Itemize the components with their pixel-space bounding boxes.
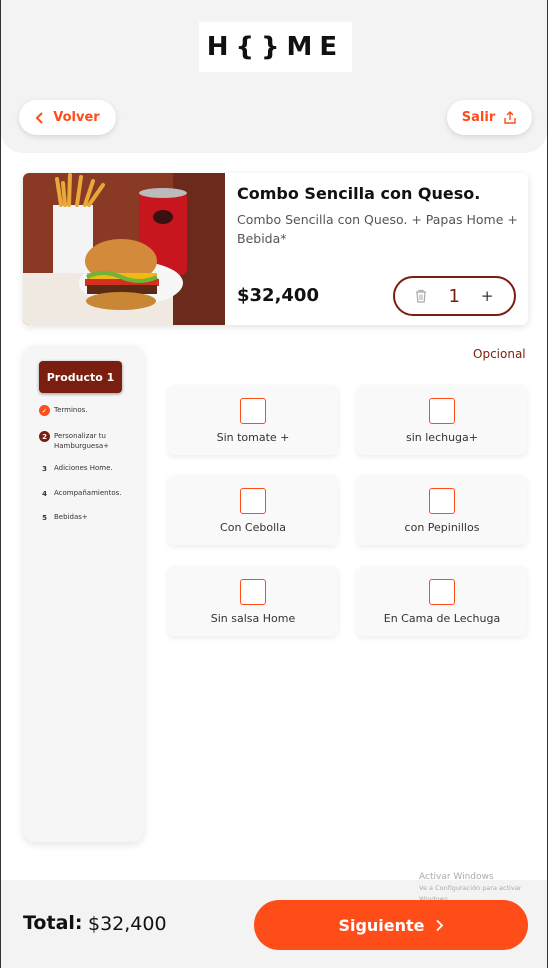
trash-icon[interactable] [415,289,427,303]
step-label: Terminos. [54,406,88,414]
back-button[interactable]: Volver [19,100,116,135]
option-label: Con Cebolla [220,521,286,534]
quantity-value: 1 [448,285,460,307]
plus-button[interactable]: + [481,287,494,305]
product-image [23,173,225,325]
check-icon: ✓ [39,405,50,416]
checkbox[interactable] [240,579,266,605]
step-label: Personalizar tu Hamburguesa+ [54,432,109,450]
checkbox[interactable] [429,488,455,514]
share-out-icon [504,110,516,124]
step-label: Bebidas+ [54,513,88,521]
product-card: Combo Sencilla con Queso. Combo Sencilla… [23,173,528,325]
quantity-stepper: 1 + [393,276,516,316]
product-description: Combo Sencilla con Queso. + Papas Home +… [237,212,518,246]
option-label: con Pepinillos [404,521,480,534]
product-1-button[interactable]: Producto 1 [39,361,122,393]
option-sin-lechuga[interactable]: sin lechuga+ [357,385,527,455]
step-terminos[interactable]: ✓ Terminos. [39,405,134,416]
option-label: En Cama de Lechuga [383,612,501,625]
step-number: 5 [42,513,47,522]
step-adiciones[interactable]: 3 Adiciones Home. [39,463,134,474]
option-label: Sin salsa Home [210,612,296,625]
product-title: Combo Sencilla con Queso. [237,184,481,203]
total-value: $32,400 [88,913,167,935]
option-con-pepinillos[interactable]: con Pepinillos [357,475,527,545]
step-personalizar[interactable]: 2 Personalizar tu Hamburguesa+ [39,431,134,451]
option-sin-tomate[interactable]: Sin tomate + [168,385,338,455]
option-sin-salsa[interactable]: Sin salsa Home [168,566,338,636]
back-label: Volver [53,110,100,125]
option-con-cebolla[interactable]: Con Cebolla [168,475,338,545]
product-price: $32,400 [237,285,319,306]
chevron-right-icon [435,919,443,931]
steps-sidebar: Producto 1 ✓ Terminos. 2 Personalizar tu… [23,345,144,842]
chevron-left-icon [35,111,43,124]
checkbox[interactable] [240,488,266,514]
next-label: Siguiente [338,915,425,935]
step-number: 3 [42,464,47,473]
checkbox[interactable] [429,579,455,605]
optional-label: Opcional [473,347,526,361]
checkbox[interactable] [429,398,455,424]
exit-button[interactable]: Salir [447,100,532,135]
option-label: Sin tomate + [216,431,290,444]
logo: H{}ME [199,22,352,72]
step-acompanamientos[interactable]: 4 Acompañamientos. [39,488,134,499]
step-label: Adiciones Home. [54,464,113,472]
total-label: Total: [23,912,83,934]
step-number: 4 [42,489,47,498]
watermark-title: Activar Windows [419,872,494,882]
option-cama-lechuga[interactable]: En Cama de Lechuga [357,566,527,636]
next-button[interactable]: Siguiente [254,900,528,950]
exit-label: Salir [461,110,496,125]
step-bebidas[interactable]: 5 Bebidas+ [39,512,134,523]
step-label: Acompañamientos. [54,489,122,497]
option-label: sin lechuga+ [405,431,478,444]
checkbox[interactable] [240,398,266,424]
step-number: 2 [39,431,50,442]
